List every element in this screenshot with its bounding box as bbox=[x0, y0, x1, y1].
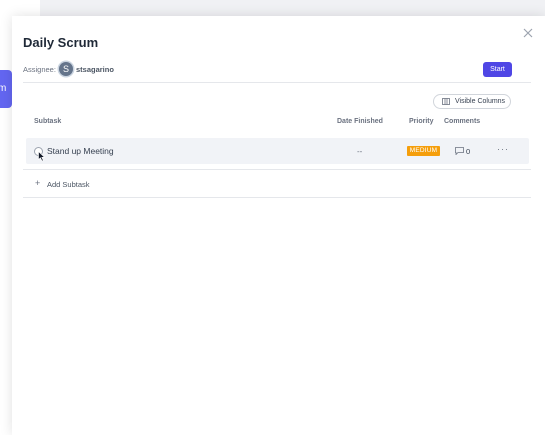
column-header-comments: Comments bbox=[444, 118, 481, 125]
columns-icon bbox=[442, 98, 450, 105]
start-button[interactable]: Start bbox=[483, 62, 512, 77]
add-subtask-button[interactable]: Add Subtask bbox=[47, 180, 90, 189]
comment-count: 0 bbox=[466, 147, 471, 156]
divider bbox=[23, 197, 531, 198]
date-finished-value: -- bbox=[357, 147, 363, 156]
divider bbox=[23, 169, 531, 170]
visible-columns-button[interactable]: Visible Columns bbox=[433, 94, 511, 109]
plus-icon[interactable]: + bbox=[35, 178, 40, 188]
priority-badge[interactable]: MEDIUM bbox=[407, 146, 440, 156]
assignee-label: Assignee: bbox=[23, 65, 56, 74]
assignee-name[interactable]: stsagarino bbox=[76, 65, 114, 74]
background-tab[interactable]: m bbox=[0, 70, 12, 108]
column-header-priority: Priority bbox=[409, 118, 434, 125]
avatar[interactable]: S bbox=[59, 62, 73, 76]
column-header-date-finished: Date Finished bbox=[337, 118, 383, 125]
visible-columns-label: Visible Columns bbox=[455, 98, 506, 105]
more-icon[interactable]: ··· bbox=[497, 144, 509, 154]
comment-icon[interactable] bbox=[455, 147, 464, 155]
subtask-modal bbox=[12, 16, 545, 435]
close-icon[interactable] bbox=[522, 27, 534, 39]
modal-title: Daily Scrum bbox=[23, 35, 99, 50]
cursor-icon bbox=[38, 151, 46, 162]
column-header-subtask: Subtask bbox=[34, 118, 62, 125]
divider bbox=[23, 82, 531, 83]
subtask-title[interactable]: Stand up Meeting bbox=[47, 146, 114, 156]
